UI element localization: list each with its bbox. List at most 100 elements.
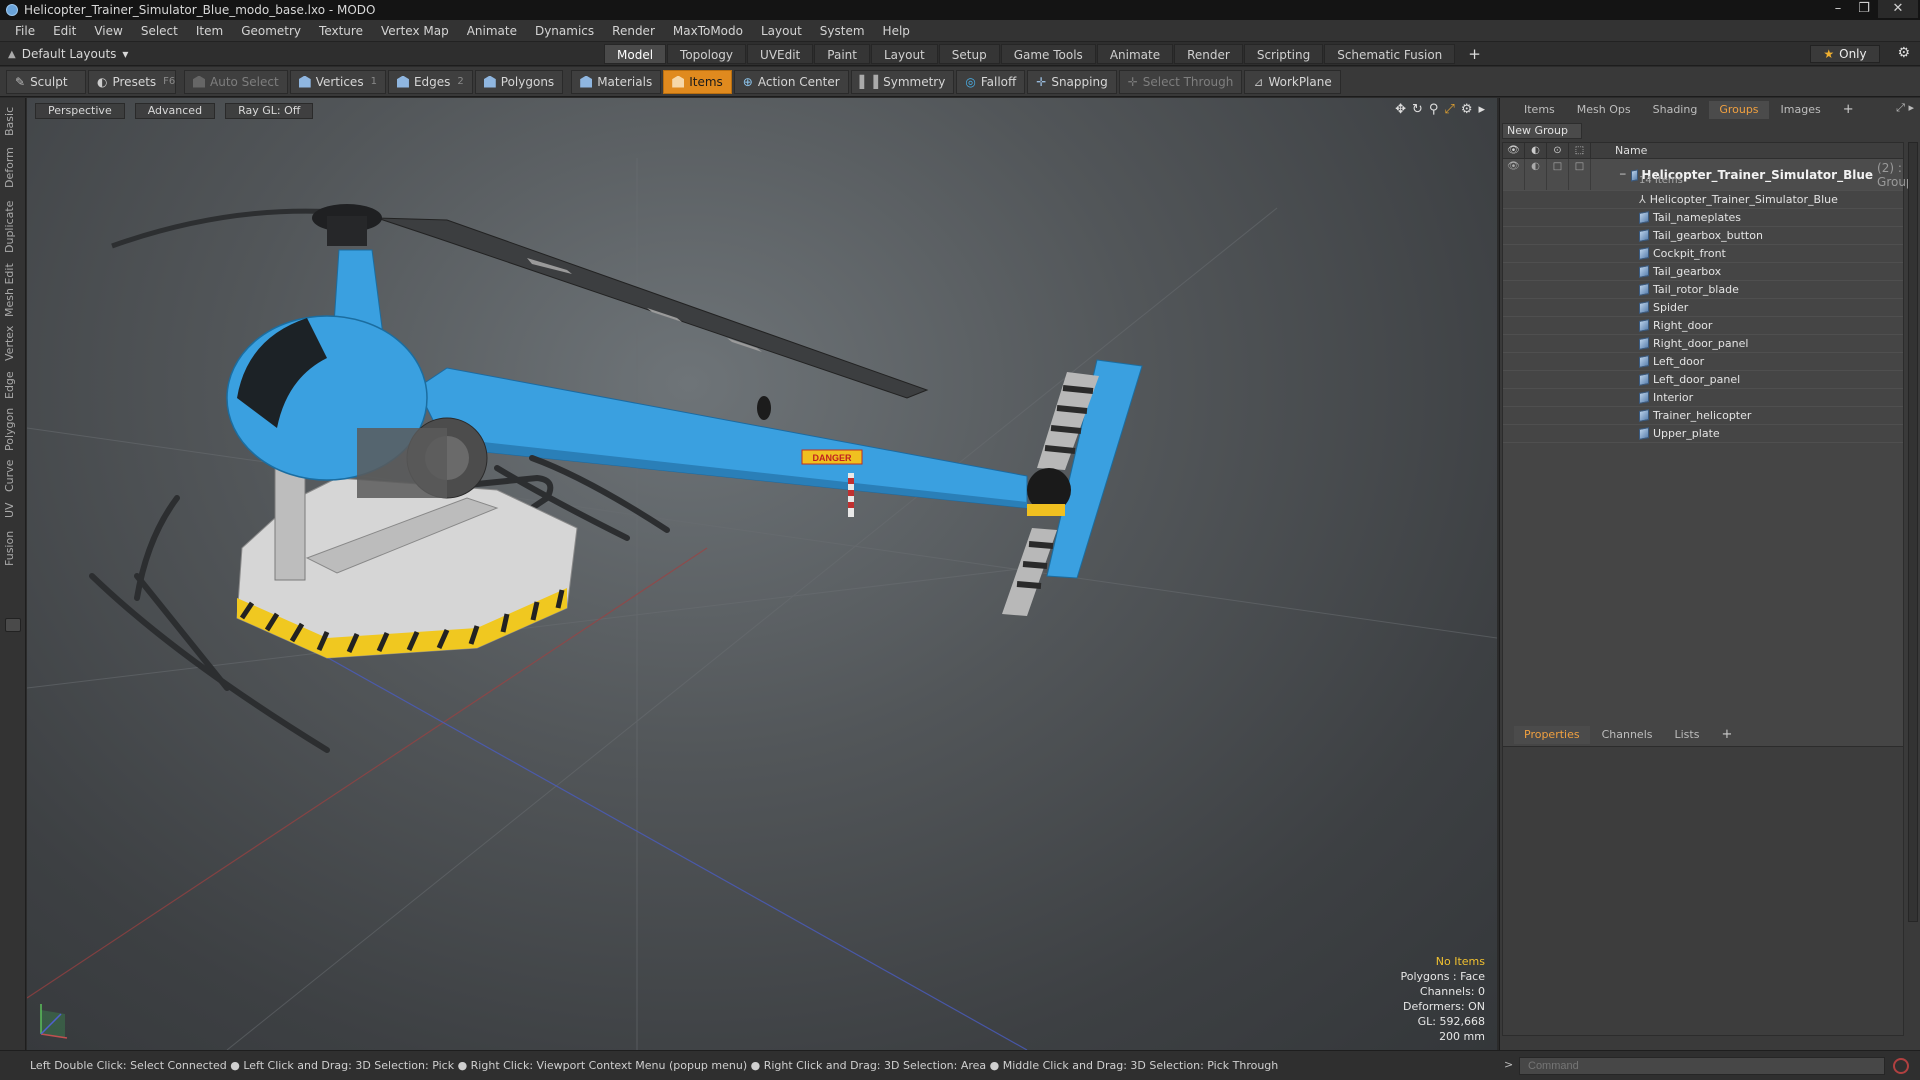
tab-properties[interactable]: Properties xyxy=(1514,726,1590,744)
menu-item[interactable]: Item xyxy=(187,24,232,38)
sculpt-button[interactable]: ✎ Sculpt xyxy=(6,69,86,94)
raygl-button[interactable]: Ray GL: Off xyxy=(225,103,314,119)
vtab-deform[interactable]: Deform xyxy=(3,146,23,190)
snapping-button[interactable]: ✛ Snapping xyxy=(1027,69,1117,94)
panel-expand-icon[interactable]: ⤢ ▸ xyxy=(1896,101,1914,115)
tab-lists[interactable]: Lists xyxy=(1665,726,1710,744)
list-item[interactable]: Tail_gearbox xyxy=(1503,263,1903,281)
collapse-icon[interactable]: − xyxy=(1619,170,1627,180)
render-toggle[interactable]: ◐ xyxy=(1525,159,1547,190)
tab-layout[interactable]: Layout xyxy=(870,44,938,64)
workplane-button[interactable]: ⊿ WorkPlane xyxy=(1244,69,1341,94)
pan-icon[interactable]: ✥ xyxy=(1395,102,1406,117)
menu-system[interactable]: System xyxy=(811,24,874,38)
menu-render[interactable]: Render xyxy=(603,24,664,38)
select-through-button[interactable]: ✛ Select Through xyxy=(1118,69,1243,94)
tab-items[interactable]: Items xyxy=(1514,101,1565,119)
vtab-mesh-edit[interactable]: Mesh Edit xyxy=(3,263,23,317)
vtab-curve[interactable]: Curve xyxy=(3,458,23,494)
list-item[interactable]: ⅄ Helicopter_Trainer_Simulator_Blue xyxy=(1503,191,1903,209)
menu-file[interactable]: File xyxy=(6,24,44,38)
list-item[interactable]: Left_door_panel xyxy=(1503,371,1903,389)
menu-maxtomodo[interactable]: MaxToModo xyxy=(664,24,752,38)
add-tab-button[interactable]: + xyxy=(1456,44,1493,64)
vtab-fusion[interactable]: Fusion xyxy=(3,528,23,568)
materials-button[interactable]: Materials xyxy=(571,69,662,94)
lock-header-icon[interactable]: ⊙ xyxy=(1547,143,1569,159)
auto-select-button[interactable]: Auto Select xyxy=(184,69,288,94)
list-item[interactable]: Right_door_panel xyxy=(1503,335,1903,353)
tab-setup[interactable]: Setup xyxy=(938,44,1000,64)
only-button[interactable]: ★ Only xyxy=(1810,45,1880,63)
vertices-button[interactable]: Vertices 1 xyxy=(289,69,386,94)
close-button[interactable]: ✕ xyxy=(1878,0,1918,18)
vtab-basic[interactable]: Basic xyxy=(3,104,23,138)
list-item[interactable]: Spider xyxy=(1503,299,1903,317)
symmetry-button[interactable]: ▌▐ Symmetry xyxy=(850,69,955,94)
tab-topology[interactable]: Topology xyxy=(667,44,747,64)
presets-button[interactable]: ◐ Presets F6 xyxy=(88,69,176,94)
render-header-icon[interactable]: ◐ xyxy=(1525,143,1547,159)
list-item[interactable]: Interior xyxy=(1503,389,1903,407)
items-button[interactable]: Items xyxy=(663,69,732,94)
menu-dynamics[interactable]: Dynamics xyxy=(526,24,603,38)
menu-geometry[interactable]: Geometry xyxy=(232,24,310,38)
maximize-button[interactable]: ❐ xyxy=(1852,0,1876,18)
list-item[interactable]: Tail_gearbox_button xyxy=(1503,227,1903,245)
tab-model[interactable]: Model xyxy=(604,44,667,64)
command-arrow-icon[interactable]: > xyxy=(1504,1058,1513,1071)
tab-animate[interactable]: Animate xyxy=(1096,44,1174,64)
list-item[interactable]: Tail_nameplates xyxy=(1503,209,1903,227)
menu-texture[interactable]: Texture xyxy=(310,24,372,38)
tab-mesh-ops[interactable]: Mesh Ops xyxy=(1567,101,1641,119)
tab-channels[interactable]: Channels xyxy=(1592,726,1663,744)
vtab-vertex[interactable]: Vertex xyxy=(3,323,23,363)
panel-toggle-icon[interactable] xyxy=(5,618,21,632)
layout-selector[interactable]: ▲ Default Layouts ▾ xyxy=(8,45,128,63)
add-properties-tab-button[interactable]: + xyxy=(1711,726,1742,744)
lock-toggle[interactable]: □ xyxy=(1547,159,1569,190)
visibility-toggle[interactable]: 👁 xyxy=(1503,159,1525,190)
tab-scripting[interactable]: Scripting xyxy=(1243,44,1324,64)
gear-icon[interactable]: ⚙ xyxy=(1897,45,1910,61)
menu-layout[interactable]: Layout xyxy=(752,24,811,38)
tab-render[interactable]: Render xyxy=(1174,44,1243,64)
rotate-icon[interactable]: ↻ xyxy=(1412,102,1423,117)
select-header-icon[interactable]: ⬚ xyxy=(1569,143,1591,159)
expand-arrow-icon[interactable]: ▸ xyxy=(1478,102,1485,117)
menu-animate[interactable]: Animate xyxy=(458,24,526,38)
falloff-button[interactable]: ◎ Falloff xyxy=(956,69,1026,94)
tab-game-tools[interactable]: Game Tools xyxy=(1000,44,1096,64)
tab-paint[interactable]: Paint xyxy=(814,44,870,64)
menu-view[interactable]: View xyxy=(85,24,131,38)
vtab-uv[interactable]: UV xyxy=(3,498,23,522)
zoom-icon[interactable]: ⚲ xyxy=(1429,102,1439,117)
vtab-polygon[interactable]: Polygon xyxy=(3,404,23,454)
command-input[interactable] xyxy=(1519,1057,1885,1075)
menu-vertex-map[interactable]: Vertex Map xyxy=(372,24,458,38)
vtab-edge[interactable]: Edge xyxy=(3,368,23,402)
command-clear-icon[interactable] xyxy=(1893,1058,1909,1074)
advanced-button[interactable]: Advanced xyxy=(134,103,216,119)
minimize-button[interactable]: – xyxy=(1826,0,1850,18)
list-item[interactable]: Left_door xyxy=(1503,353,1903,371)
tab-images[interactable]: Images xyxy=(1771,101,1831,119)
3d-viewport[interactable]: Perspective Advanced Ray GL: Off ✥ ↻ ⚲ ⤢… xyxy=(27,98,1497,1050)
tab-shading[interactable]: Shading xyxy=(1643,101,1708,119)
edges-button[interactable]: Edges 2 xyxy=(387,69,473,94)
tab-schematic-fusion[interactable]: Schematic Fusion xyxy=(1324,44,1456,64)
tab-uvedit[interactable]: UVEdit xyxy=(747,44,814,64)
menu-help[interactable]: Help xyxy=(874,24,919,38)
tab-groups[interactable]: Groups xyxy=(1709,101,1769,119)
vtab-duplicate[interactable]: Duplicate xyxy=(3,198,23,256)
list-item[interactable]: Tail_rotor_blade xyxy=(1503,281,1903,299)
collapse-up-icon[interactable]: ▲ xyxy=(8,49,16,60)
list-item[interactable]: Right_door xyxy=(1503,317,1903,335)
group-row[interactable]: 👁 ◐ □ □ − Helicopter_Trainer_Simulator_B… xyxy=(1503,159,1914,191)
select-toggle[interactable]: □ xyxy=(1569,159,1591,190)
polygons-button[interactable]: Polygons xyxy=(474,69,564,94)
menu-edit[interactable]: Edit xyxy=(44,24,85,38)
visibility-header-icon[interactable]: 👁 xyxy=(1503,143,1525,159)
viewport-settings-icon[interactable]: ⚙ xyxy=(1461,102,1473,117)
new-group-button[interactable]: New Group xyxy=(1502,123,1582,139)
